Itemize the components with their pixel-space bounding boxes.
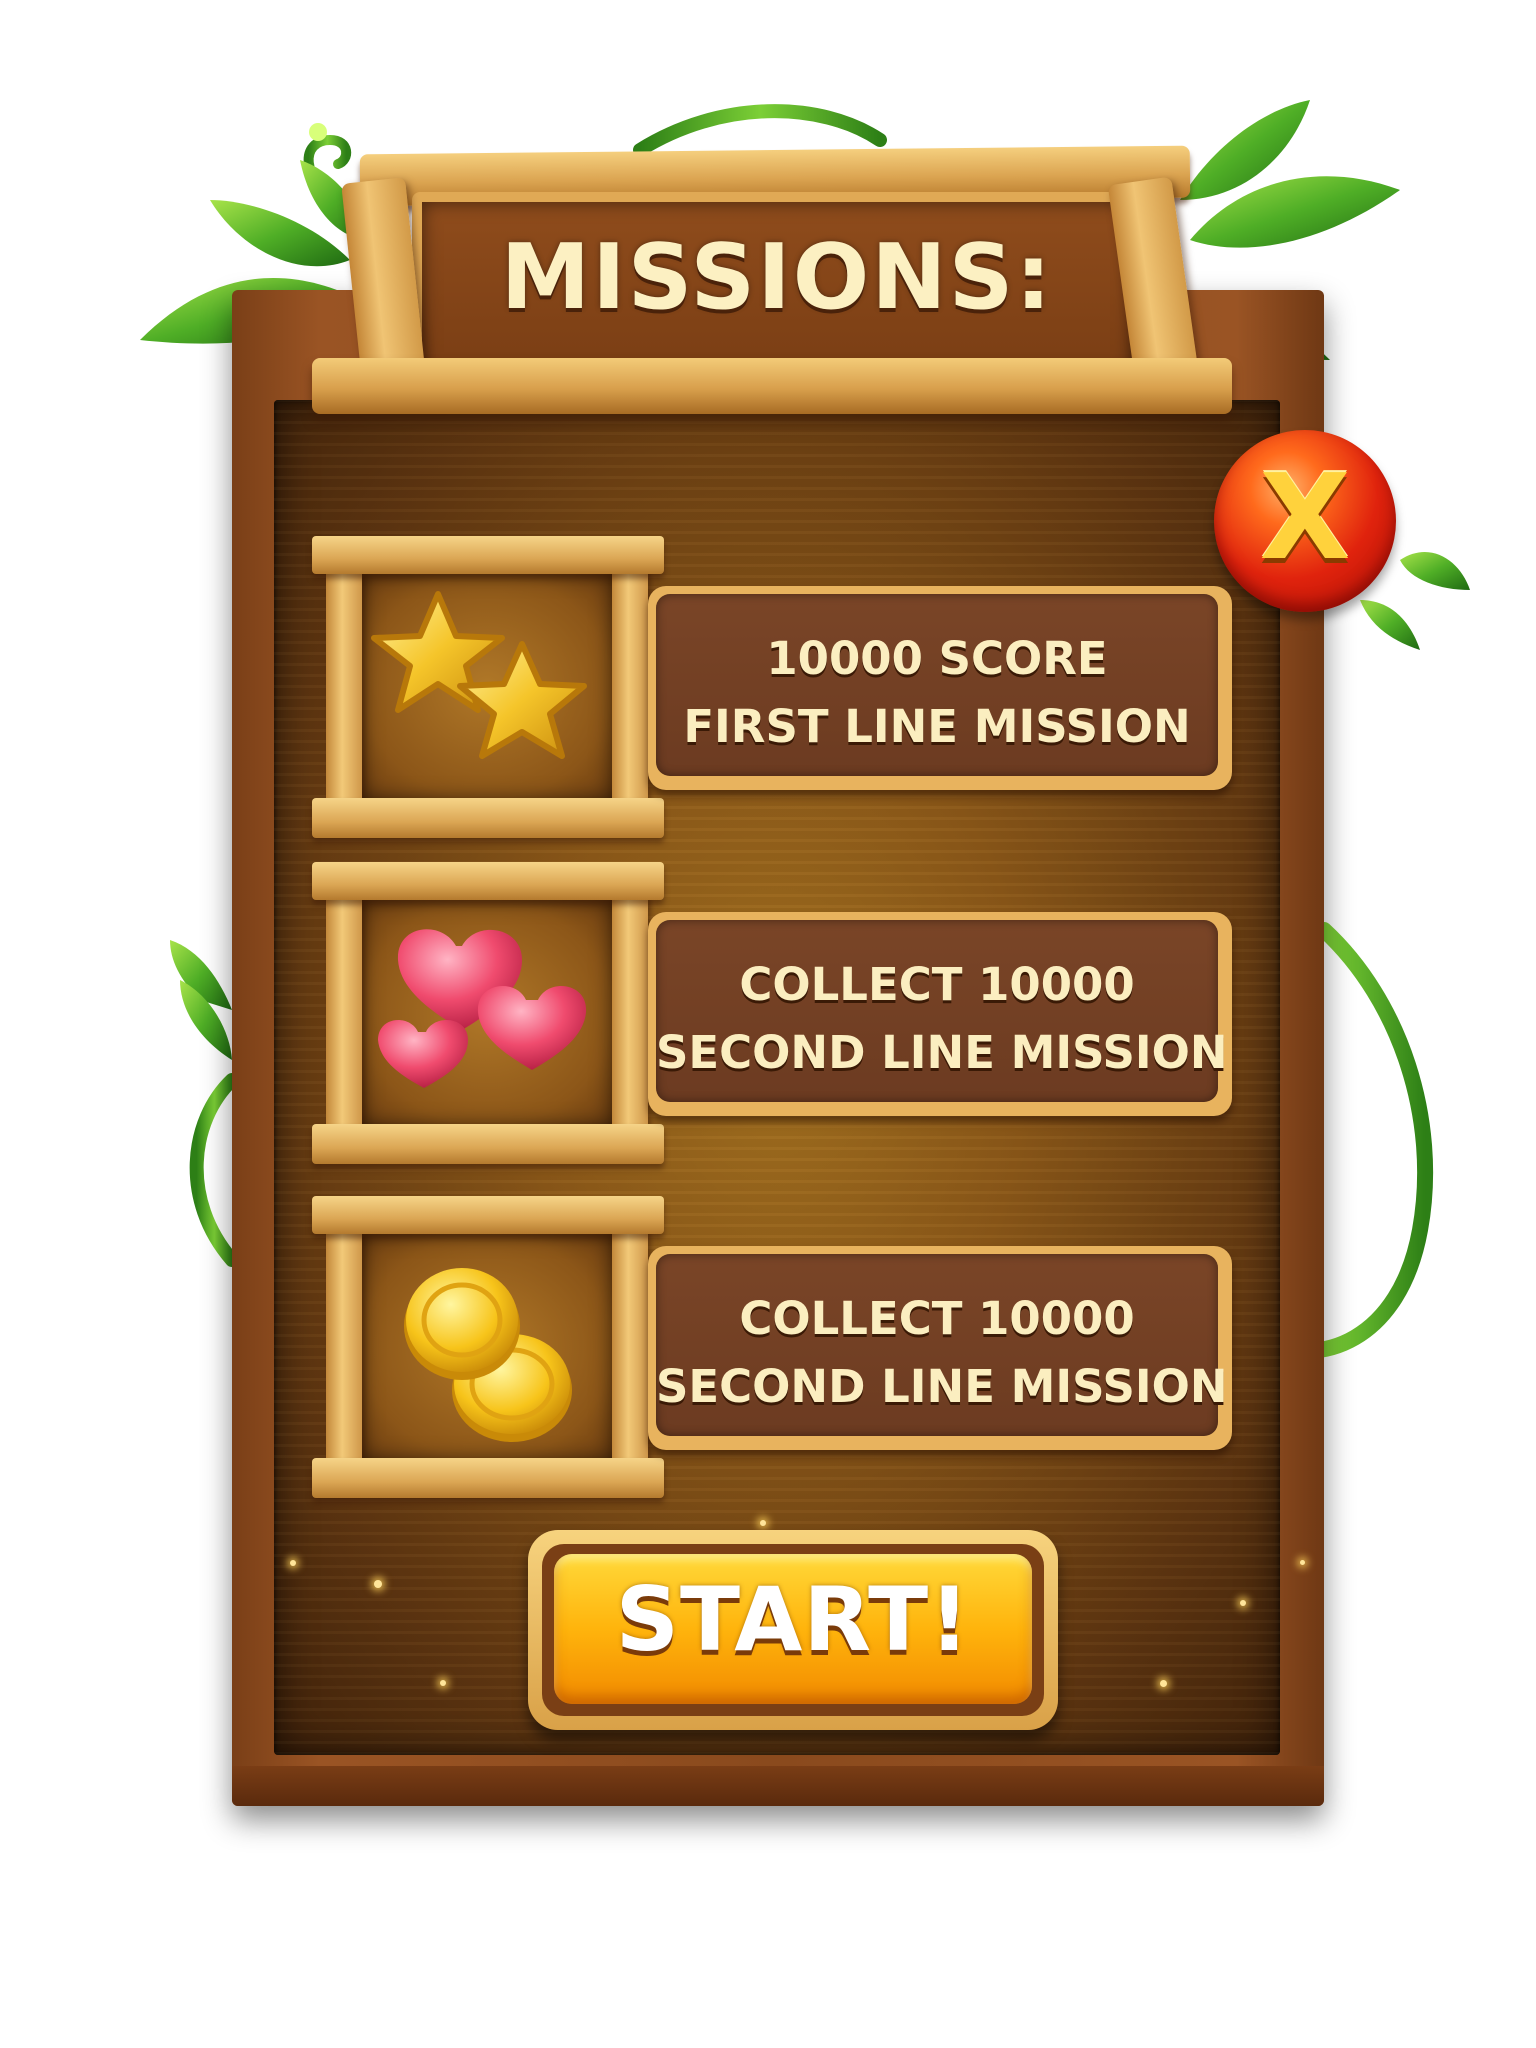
panel-bottom-edge xyxy=(232,1766,1324,1806)
mission-subtitle-text: FIRST LINE MISSION xyxy=(683,700,1191,753)
start-button[interactable]: START! xyxy=(528,1530,1058,1730)
mission-goal-text: 10000 SCORE xyxy=(766,632,1108,685)
sparkle xyxy=(1240,1600,1246,1606)
mission-description-plate: COLLECT 10000 SECOND LINE MISSION xyxy=(648,912,1232,1116)
coins-icon xyxy=(404,1268,572,1442)
icon-frame-bottom xyxy=(312,1124,664,1164)
stars-icon xyxy=(371,591,587,759)
sparkle xyxy=(760,1520,766,1526)
title-plank-bottom xyxy=(312,358,1232,414)
mission-row-1: 10000 SCORE FIRST LINE MISSION xyxy=(312,536,1232,854)
icon-frame-top xyxy=(312,862,664,900)
close-button[interactable]: X xyxy=(1214,430,1396,612)
start-button-label: START! xyxy=(615,1568,971,1671)
mission-description-plate: COLLECT 10000 SECOND LINE MISSION xyxy=(648,1246,1232,1450)
page-title: MISSIONS: xyxy=(500,225,1054,330)
sparkle xyxy=(440,1680,446,1686)
icon-frame-top xyxy=(312,536,664,574)
title-board: MISSIONS: xyxy=(312,140,1232,430)
mission-description-plate: 10000 SCORE FIRST LINE MISSION xyxy=(648,586,1232,790)
icon-frame-post xyxy=(326,896,362,1128)
mission-subtitle-text: SECOND LINE MISSION xyxy=(656,1026,1228,1079)
icon-frame-bottom xyxy=(312,1458,664,1498)
mission-goal-text: COLLECT 10000 xyxy=(739,1292,1135,1345)
close-icon: X xyxy=(1259,448,1351,586)
sparkle xyxy=(290,1560,296,1566)
sparkle xyxy=(1160,1680,1167,1687)
mission-row-2: COLLECT 10000 SECOND LINE MISSION xyxy=(312,862,1232,1180)
icon-frame-post xyxy=(326,1230,362,1462)
mission-row-3: COLLECT 10000 SECOND LINE MISSION xyxy=(312,1196,1232,1514)
icon-frame-post xyxy=(612,570,648,802)
sparkle xyxy=(1300,1560,1305,1565)
missions-dialog: MISSIONS: X 10000 SCORE FIRST LINE MISSI… xyxy=(0,0,1536,2048)
sparkle xyxy=(374,1580,382,1588)
icon-frame-top xyxy=(312,1196,664,1234)
hearts-icon xyxy=(378,929,587,1088)
icon-frame-post xyxy=(612,896,648,1128)
mission-goal-text: COLLECT 10000 xyxy=(739,958,1135,1011)
icon-frame-bottom xyxy=(312,798,664,838)
mission-subtitle-text: SECOND LINE MISSION xyxy=(656,1360,1228,1413)
icon-frame-post xyxy=(612,1230,648,1462)
icon-frame-post xyxy=(326,570,362,802)
